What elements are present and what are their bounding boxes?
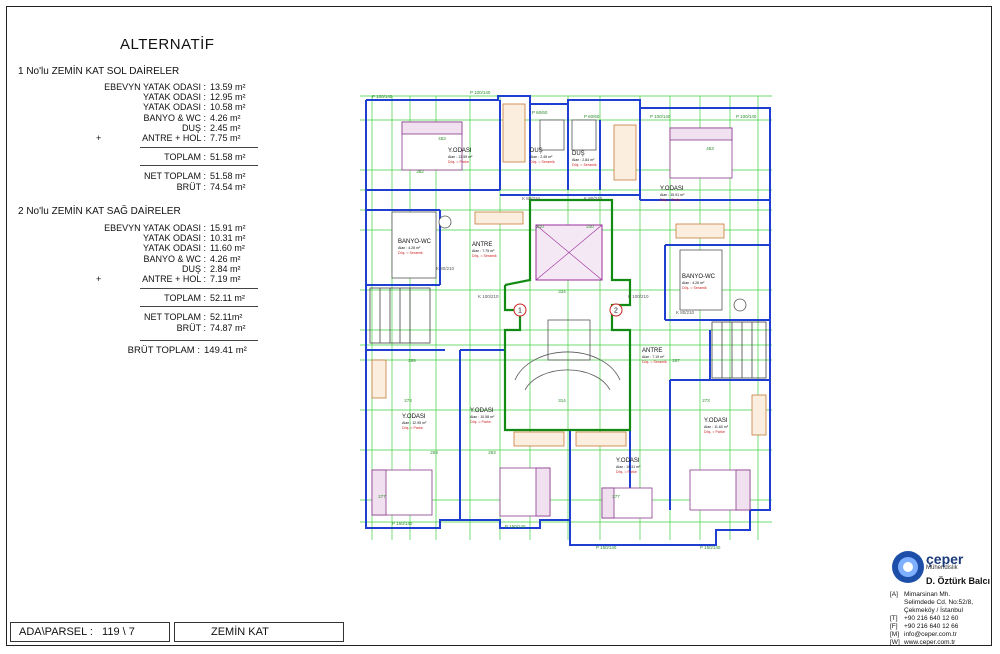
logo-sub: Mühendislik	[926, 565, 958, 571]
contact-line: [T] +90 216 640 12 60	[890, 615, 958, 622]
room-label: ANTRE + HOL :	[142, 133, 206, 143]
net-label: NET TOPLAM :	[143, 171, 206, 182]
sum-rule	[140, 288, 258, 290]
room-label: EBEVYN YATAK ODASI :	[104, 223, 206, 233]
gross-label: BRÜT :	[176, 323, 206, 334]
contact-key: [A]	[890, 591, 898, 598]
net-rule	[140, 165, 258, 167]
room-area: 7.19 m²	[210, 274, 241, 284]
room-area: 15.91 m²	[210, 223, 246, 233]
contact-key: [M]	[890, 631, 900, 638]
contact-line: Çekmeköy / İstanbul	[890, 607, 963, 614]
net-value: 51.58 m²	[210, 171, 246, 182]
room-area: 10.31 m²	[210, 233, 246, 244]
room-label: YATAK ODASI :	[142, 92, 206, 103]
room-label: YATAK ODASI :	[142, 243, 206, 254]
parcel-value: 119 \ 7	[102, 626, 135, 638]
contact-value: +90 216 640 12 60	[904, 615, 959, 622]
contact-line: [M] info@ceper.com.tr	[890, 631, 957, 638]
room-area: 12.95 m²	[210, 92, 246, 103]
floor-name-box: ZEMİN KAT	[174, 622, 344, 642]
net-value: 52.11m²	[210, 312, 243, 323]
parcel-label: ADA\PARSEL :	[19, 626, 93, 638]
contact-line: Selimdede Cd. No:52/8,	[890, 599, 973, 606]
room-area: 2.45 m²	[210, 122, 241, 133]
floor-name: ZEMİN KAT	[211, 626, 269, 638]
contact-line: [F] +90 216 640 12 66	[890, 623, 958, 630]
plus-sign: +	[96, 133, 102, 143]
room-label: EBEVYN YATAK ODASI :	[104, 82, 206, 92]
gross-total-value: 149.41 m²	[204, 345, 247, 356]
ceper-logo-icon	[892, 551, 924, 583]
room-area: 10.58 m²	[210, 102, 246, 113]
gross-total-rule	[140, 340, 258, 341]
room-area: 4.26 m²	[210, 253, 241, 264]
contact-line: [W] www.ceper.com.tr	[890, 639, 955, 646]
room-label: BANYO & WC :	[143, 253, 206, 264]
room-label: ANTRE + HOL :	[142, 274, 206, 284]
room-area: 13.59 m²	[210, 82, 246, 92]
page-title: ALTERNATİF	[120, 36, 215, 53]
total-label: TOPLAM :	[164, 152, 206, 163]
room-area: 4.26 m²	[210, 112, 241, 123]
contact-value: Selimdede Cd. No:52/8,	[904, 599, 974, 606]
net-label: NET TOPLAM :	[143, 312, 206, 323]
unit-2-heading: 2 No'lu ZEMİN KAT SAĞ DAİRELER	[18, 206, 181, 217]
plus-sign: +	[96, 274, 102, 284]
sum-rule	[140, 147, 258, 149]
gross-total-label: BRÜT TOPLAM :	[127, 345, 200, 356]
room-label: DUŞ :	[181, 263, 206, 274]
contact-key: [F]	[890, 623, 898, 630]
total-value: 52.11 m²	[210, 293, 245, 304]
contact-line: [A] Mimarsinan Mh.	[890, 591, 950, 598]
gross-value: 74.54 m²	[210, 182, 246, 193]
contact-value: Çekmeköy / İstanbul	[904, 607, 963, 614]
parcel-box: ADA\PARSEL : 119 \ 7	[10, 622, 170, 642]
room-label: DUŞ :	[181, 122, 206, 133]
room-label: YATAK ODASI :	[142, 233, 206, 244]
contact-value: +90 216 640 12 66	[904, 623, 959, 630]
gross-value: 74.87 m²	[210, 323, 246, 334]
total-value: 51.58 m²	[210, 152, 246, 163]
logo-owner: D. Öztürk Balcı	[926, 576, 991, 586]
net-rule	[140, 306, 258, 308]
contact-value: Mimarsinan Mh.	[904, 591, 951, 598]
contact-key: [T]	[890, 615, 898, 622]
contact-key: [W]	[890, 639, 900, 646]
contact-value: info@ceper.com.tr	[904, 631, 957, 638]
room-area: 11.60 m²	[210, 243, 245, 254]
room-area: 7.75 m²	[210, 133, 241, 143]
gross-label: BRÜT :	[176, 182, 206, 193]
room-label: BANYO & WC :	[143, 112, 206, 123]
room-area: 2.84 m²	[210, 263, 241, 274]
company-logo-block: çeper Mühendislik D. Öztürk Balcı [A] Mim…	[886, 541, 991, 646]
room-label: YATAK ODASI :	[142, 102, 206, 113]
unit-1-heading: 1 No'lu ZEMİN KAT SOL DAİRELER	[18, 66, 180, 77]
contact-value: www.ceper.com.tr	[904, 639, 956, 646]
total-label: TOPLAM :	[164, 293, 206, 304]
